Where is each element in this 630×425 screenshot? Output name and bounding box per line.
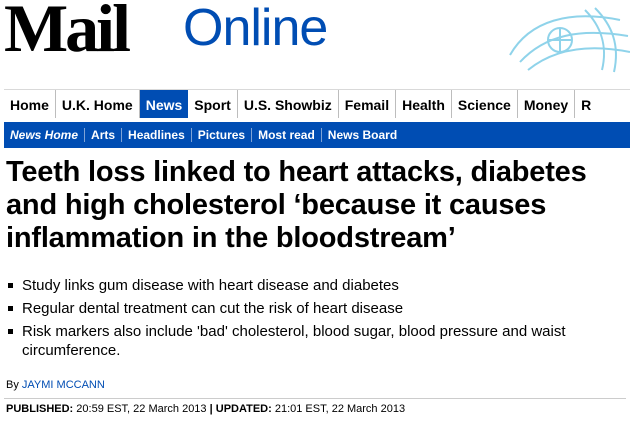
published-value: 20:59 EST, 22 March 2013 xyxy=(76,403,207,415)
subnav-item-pictures[interactable]: Pictures xyxy=(192,128,253,142)
nav-item-news[interactable]: News xyxy=(139,90,189,118)
nav-item-science[interactable]: Science xyxy=(452,90,518,118)
subnav-item-headlines[interactable]: Headlines xyxy=(122,128,192,142)
main-nav: Home U.K. Home News Sport U.S. Showbiz Femail… xyxy=(4,89,630,118)
nav-item-money[interactable]: Money xyxy=(518,90,576,118)
summary-bullet: Risk markers also include 'bad' choleste… xyxy=(4,322,628,360)
article-summary-bullets: Study links gum disease with heart disea… xyxy=(4,276,628,364)
author-link[interactable]: JAYMI MCCANN xyxy=(22,379,105,391)
publish-info: PUBLISHED: 20:59 EST, 22 March 2013 | UP… xyxy=(6,403,405,415)
divider xyxy=(4,398,626,399)
logo-online[interactable]: Online xyxy=(183,2,328,54)
byline: By JAYMI MCCANN xyxy=(6,379,105,391)
summary-bullet: Regular dental treatment can cut the ris… xyxy=(4,299,628,318)
sub-nav: News Home Arts Headlines Pictures Most read N… xyxy=(4,122,630,148)
meta-separator: | xyxy=(209,403,213,415)
masthead-decoration-icon xyxy=(509,7,630,73)
published-label: PUBLISHED: xyxy=(6,403,74,415)
summary-bullet: Study links gum disease with heart disea… xyxy=(4,276,628,295)
updated-value: 21:01 EST, 22 March 2013 xyxy=(274,403,406,415)
nav-item-femail[interactable]: Femail xyxy=(339,90,397,118)
nav-item-home[interactable]: Home xyxy=(4,90,56,118)
subnav-item-arts[interactable]: Arts xyxy=(85,128,123,142)
subnav-item-news-home[interactable]: News Home xyxy=(4,128,86,142)
byline-prefix: By xyxy=(6,379,19,391)
nav-item-u-k-home[interactable]: U.K. Home xyxy=(56,90,140,118)
subnav-item-news-board[interactable]: News Board xyxy=(322,128,403,142)
updated-label: UPDATED: xyxy=(215,403,272,415)
logo-mail[interactable]: Mail xyxy=(4,0,131,62)
nav-item-health[interactable]: Health xyxy=(396,90,452,118)
subnav-item-most-read[interactable]: Most read xyxy=(252,128,322,142)
nav-item-u-s-showbiz[interactable]: U.S. Showbiz xyxy=(238,90,339,118)
masthead: Mail Online xyxy=(0,0,630,82)
nav-item-r[interactable]: R xyxy=(575,90,597,118)
nav-item-sport[interactable]: Sport xyxy=(188,90,238,118)
article-headline: Teeth loss linked to heart attacks, diab… xyxy=(6,156,587,254)
